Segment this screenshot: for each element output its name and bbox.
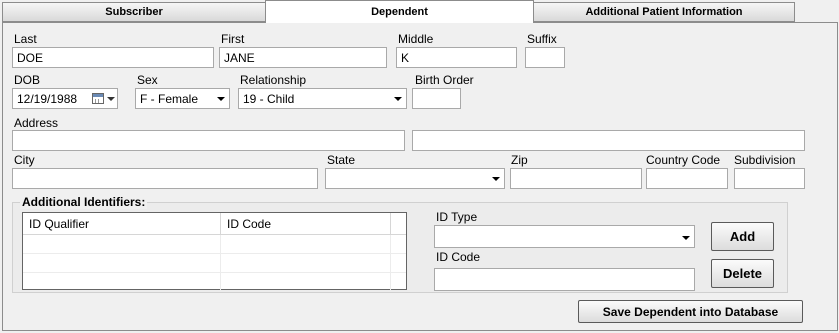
first-name-label: First	[221, 32, 245, 46]
last-name-label: Last	[14, 32, 37, 46]
zip-label: Zip	[511, 153, 528, 167]
subdivision-label: Subdivision	[734, 153, 796, 167]
city-label: City	[14, 153, 35, 167]
birth-order-label: Birth Order	[415, 73, 474, 87]
chevron-down-icon	[107, 97, 115, 101]
calendar-icon	[92, 93, 104, 104]
add-button[interactable]: Add	[711, 222, 774, 251]
table-row[interactable]	[23, 254, 406, 273]
delete-button[interactable]: Delete	[711, 259, 774, 288]
country-code-input[interactable]	[646, 168, 728, 189]
middle-name-input[interactable]: K	[396, 47, 517, 68]
relationship-value: 19 - Child	[243, 91, 295, 106]
birth-order-input[interactable]	[412, 88, 461, 109]
column-header-id-code[interactable]: ID Code	[221, 213, 391, 235]
dob-date-picker[interactable]: 12/19/1988	[12, 88, 118, 109]
chevron-down-icon	[492, 177, 500, 181]
id-type-select[interactable]	[434, 225, 695, 248]
table-row[interactable]	[23, 235, 406, 254]
dob-value: 12/19/1988	[17, 91, 78, 106]
chevron-down-icon	[217, 97, 225, 101]
table-row[interactable]	[23, 273, 406, 292]
last-name-input[interactable]: DOE	[12, 47, 214, 68]
relationship-select[interactable]: 19 - Child	[238, 88, 407, 109]
calendar-dropdown-button[interactable]	[92, 91, 116, 106]
tab-dependent-label: Dependent	[371, 6, 428, 18]
grid-header: ID Qualifier ID Code	[23, 213, 406, 235]
tab-subscriber[interactable]: Subscriber	[2, 2, 266, 22]
middle-name-label: Middle	[398, 32, 434, 46]
country-code-label: Country Code	[646, 153, 721, 167]
tab-dependent[interactable]: Dependent	[265, 0, 534, 23]
id-type-label: ID Type	[436, 210, 478, 224]
id-code-label: ID Code	[436, 250, 481, 264]
column-header-id-qualifier[interactable]: ID Qualifier	[23, 213, 221, 235]
additional-identifiers-title: Additional Identifiers:	[20, 195, 148, 209]
zip-input[interactable]	[510, 168, 642, 189]
address-label: Address	[14, 116, 59, 130]
sex-label: Sex	[137, 73, 158, 87]
city-input[interactable]	[12, 168, 318, 189]
state-select[interactable]	[325, 168, 505, 189]
address-line2-input[interactable]	[412, 130, 805, 151]
tab-subscriber-label: Subscriber	[105, 6, 163, 18]
save-dependent-button[interactable]: Save Dependent into Database	[578, 300, 803, 323]
suffix-label: Suffix	[527, 32, 557, 46]
suffix-input[interactable]	[525, 47, 565, 68]
subdivision-input[interactable]	[734, 168, 805, 189]
address-line1-input[interactable]	[12, 130, 405, 151]
identifiers-grid[interactable]: ID Qualifier ID Code	[22, 212, 407, 292]
tab-additional-label: Additional Patient Information	[585, 6, 743, 18]
chevron-down-icon	[394, 97, 402, 101]
tab-additional-patient-information[interactable]: Additional Patient Information	[533, 2, 795, 22]
state-label: State	[327, 153, 356, 167]
chevron-down-icon	[682, 236, 690, 240]
dob-label: DOB	[14, 73, 41, 87]
relationship-label: Relationship	[240, 73, 307, 87]
id-code-input[interactable]	[434, 268, 695, 291]
sex-value: F - Female	[140, 91, 199, 106]
sex-select[interactable]: F - Female	[135, 88, 230, 109]
first-name-input[interactable]: JANE	[219, 47, 387, 68]
